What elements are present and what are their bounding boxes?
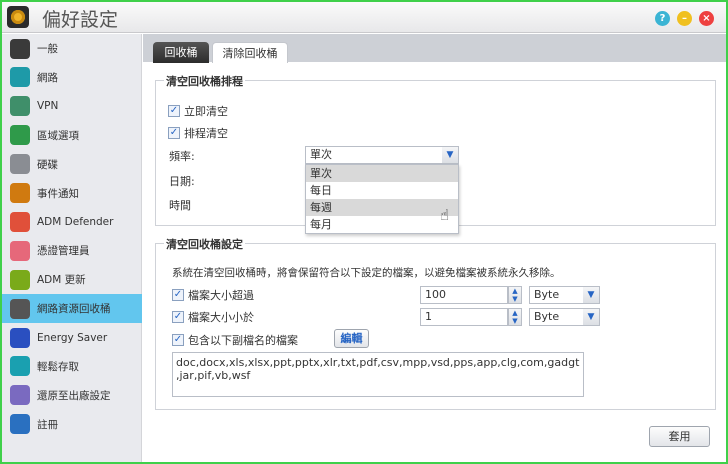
larger-unit-select[interactable]: Byte ▼ — [529, 286, 600, 304]
extensions-textarea[interactable]: doc,docx,xls,xlsx,ppt,pptx,xlr,txt,pdf,c… — [172, 352, 584, 397]
chevron-down-icon[interactable]: ▼ — [583, 309, 599, 325]
chevron-down-icon[interactable]: ▼ — [442, 147, 458, 163]
sidebar-item-icon — [10, 414, 30, 435]
immediate-label: 立即清空 — [184, 105, 228, 118]
sidebar-item-icon — [10, 67, 30, 88]
sidebar-item-icon — [10, 385, 30, 406]
frequency-dropdown: 單次 每日 每週 每月 — [305, 164, 459, 234]
sidebar-item-label: 憑證管理員 — [37, 245, 90, 258]
smaller-than-input[interactable]: 1 — [420, 308, 508, 326]
sidebar-item[interactable]: 硬碟 — [2, 150, 142, 179]
smaller-than-stepper[interactable]: ▲ ▼ — [508, 308, 522, 326]
title-bar: 偏好設定 ? – × — [2, 2, 726, 33]
close-icon[interactable]: × — [699, 11, 714, 26]
time-label: 時間 — [169, 199, 191, 212]
larger-than-checkbox[interactable]: ✓ 檔案大小超過 — [172, 287, 254, 303]
sidebar-item-label: 網路資源回收桶 — [37, 303, 111, 316]
sidebar-item[interactable]: VPN — [2, 92, 142, 121]
sidebar-item-icon — [10, 356, 30, 377]
sidebar-item-label: 一般 — [37, 43, 58, 55]
sidebar-item-icon — [10, 269, 30, 290]
sidebar-item[interactable]: 還原至出廠設定 — [2, 381, 142, 410]
sidebar-item[interactable]: 輕鬆存取 — [2, 352, 142, 381]
tab-empty-recycle-bin[interactable]: 清除回收桶 — [212, 42, 288, 63]
sidebar-item-label: Energy Saver — [37, 331, 108, 344]
sidebar-item-label: VPN — [37, 100, 59, 113]
sidebar-item[interactable]: 事件通知 — [2, 179, 142, 208]
option-once[interactable]: 單次 — [306, 165, 458, 182]
sidebar-item[interactable]: 網路資源回收桶 — [2, 294, 142, 324]
sidebar-item[interactable]: 憑證管理員 — [2, 236, 142, 265]
sidebar-item-icon — [10, 38, 30, 59]
settings-description: 系統在清空回收桶時，將會保留符合以下設定的檔案，以避免檔案被系統永久移除。 — [172, 267, 561, 279]
smaller-unit-value: Byte — [534, 310, 560, 323]
scheduled-checkbox[interactable]: ✓ 排程清空 — [168, 125, 228, 141]
frequency-select[interactable]: 單次 ▼ — [305, 146, 459, 164]
smaller-unit-select[interactable]: Byte ▼ — [529, 308, 600, 326]
extensions-label: 包含以下副檔名的檔案 — [188, 334, 298, 347]
sidebar: 一般網路 VPN 區域選項硬碟事件通知 ADM Defender 憑證管理員 ADM 更新… — [2, 34, 142, 462]
date-label: 日期: — [169, 175, 195, 188]
sidebar-item[interactable]: 網路 — [2, 63, 142, 92]
smaller-than-label: 檔案大小小於 — [188, 311, 254, 324]
scheduled-label: 排程清空 — [184, 127, 228, 140]
larger-than-stepper[interactable]: ▲ ▼ — [508, 286, 522, 304]
option-monthly[interactable]: 每月 — [306, 216, 458, 233]
checkbox-checked-icon: ✓ — [172, 311, 184, 323]
frequency-value: 單次 — [310, 148, 332, 161]
sidebar-item-label: 輕鬆存取 — [37, 360, 79, 373]
tab-recycle-bin[interactable]: 回收桶 — [153, 42, 209, 63]
edit-button[interactable]: 編輯 — [334, 329, 369, 348]
smaller-than-checkbox[interactable]: ✓ 檔案大小小於 — [172, 309, 254, 325]
sidebar-item-icon — [10, 125, 30, 146]
sidebar-item-icon — [10, 211, 30, 232]
sidebar-item-icon — [10, 298, 30, 319]
tab-strip: 回收桶 清除回收桶 — [143, 34, 726, 63]
help-icon[interactable]: ? — [655, 11, 670, 26]
sidebar-item-label: 區域選項 — [37, 129, 79, 142]
checkbox-checked-icon: ✓ — [172, 334, 184, 346]
sidebar-item-label: 事件通知 — [37, 187, 79, 200]
sidebar-item-label: 硬碟 — [37, 158, 58, 171]
larger-unit-value: Byte — [534, 288, 560, 301]
sidebar-item-icon — [10, 183, 30, 203]
checkbox-checked-icon: ✓ — [168, 105, 180, 117]
sidebar-item-label: ADM 更新 — [37, 274, 86, 287]
sidebar-item-label: 還原至出廠設定 — [37, 389, 111, 402]
frequency-label: 頻率: — [169, 150, 195, 163]
settings-legend: 清空回收桶設定 — [164, 236, 245, 252]
sidebar-item-icon — [10, 154, 30, 175]
preferences-window: 偏好設定 ? – × 一般網路 VPN 區域選項硬碟事件通知 ADM Defender… — [0, 0, 728, 464]
sidebar-item-icon — [10, 327, 30, 348]
larger-than-input[interactable]: 100 — [420, 286, 508, 304]
sidebar-item-label: 網路 — [37, 71, 58, 84]
sidebar-item[interactable]: Energy Saver — [2, 323, 142, 352]
sidebar-item[interactable]: ADM Defender — [2, 207, 142, 236]
larger-than-label: 檔案大小超過 — [188, 289, 254, 302]
checkbox-checked-icon: ✓ — [172, 289, 184, 301]
schedule-legend: 清空回收桶排程 — [164, 73, 245, 89]
sidebar-item-icon — [10, 240, 30, 261]
sidebar-item[interactable]: 註冊 — [2, 410, 142, 439]
sidebar-item[interactable]: 區域選項 — [2, 121, 142, 150]
chevron-down-icon[interactable]: ▼ — [583, 287, 599, 303]
immediate-checkbox[interactable]: ✓ 立即清空 — [168, 103, 228, 119]
option-daily[interactable]: 每日 — [306, 182, 458, 199]
sidebar-item[interactable]: ADM 更新 — [2, 265, 142, 294]
app-logo-icon — [7, 6, 29, 28]
minimize-icon[interactable]: – — [677, 11, 692, 26]
window-title: 偏好設定 — [42, 9, 119, 31]
option-weekly[interactable]: 每週 — [306, 199, 458, 216]
sidebar-item-label: ADM Defender — [37, 215, 114, 228]
sidebar-item-label: 註冊 — [37, 418, 58, 431]
checkbox-checked-icon: ✓ — [168, 127, 180, 139]
hand-cursor-icon: ☝ — [440, 206, 450, 224]
extensions-checkbox[interactable]: ✓ 包含以下副檔名的檔案 — [172, 332, 298, 348]
sidebar-item[interactable]: 一般 — [2, 34, 142, 63]
apply-button[interactable]: 套用 — [649, 426, 710, 447]
sidebar-item-icon — [10, 96, 30, 117]
